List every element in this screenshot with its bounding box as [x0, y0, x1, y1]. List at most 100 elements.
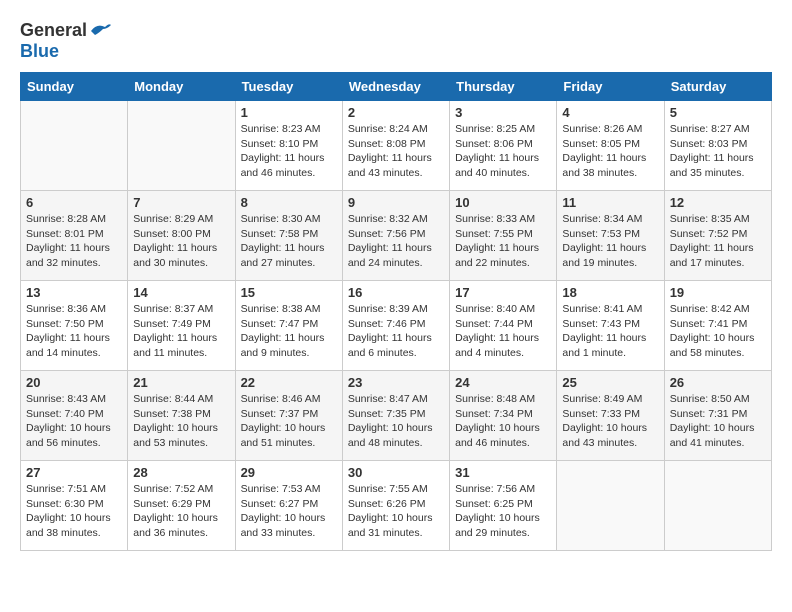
calendar-table: SundayMondayTuesdayWednesdayThursdayFrid… — [20, 72, 772, 551]
day-info: Sunrise: 8:33 AMSunset: 7:55 PMDaylight:… — [455, 212, 551, 271]
day-cell: 22Sunrise: 8:46 AMSunset: 7:37 PMDayligh… — [235, 371, 342, 461]
day-number: 30 — [348, 465, 444, 480]
day-info: Sunrise: 7:51 AMSunset: 6:30 PMDaylight:… — [26, 482, 122, 541]
weekday-header-sunday: Sunday — [21, 73, 128, 101]
day-cell: 9 Sunrise: 8:32 AMSunset: 7:56 PMDaylight… — [342, 191, 449, 281]
day-cell — [21, 101, 128, 191]
day-info: Sunrise: 8:23 AMSunset: 8:10 PMDaylight:… — [241, 122, 337, 181]
day-info: Sunrise: 8:32 AMSunset: 7:56 PMDaylight:… — [348, 212, 444, 271]
day-info: Sunrise: 8:43 AMSunset: 7:40 PMDaylight:… — [26, 392, 122, 451]
day-cell: 21 Sunrise: 8:44 AMSunset: 7:38 PMDayligh… — [128, 371, 235, 461]
weekday-header-saturday: Saturday — [664, 73, 771, 101]
day-number: 25 — [562, 375, 658, 390]
day-cell: 14Sunrise: 8:37 AMSunset: 7:49 PMDayligh… — [128, 281, 235, 371]
weekday-header-thursday: Thursday — [450, 73, 557, 101]
day-info: Sunrise: 8:35 AMSunset: 7:52 PMDaylight:… — [670, 212, 766, 271]
day-cell: 20Sunrise: 8:43 AMSunset: 7:40 PMDayligh… — [21, 371, 128, 461]
day-number: 15 — [241, 285, 337, 300]
day-cell: 11 Sunrise: 8:34 AMSunset: 7:53 PMDayligh… — [557, 191, 664, 281]
day-number: 27 — [26, 465, 122, 480]
day-cell: 1 Sunrise: 8:23 AMSunset: 8:10 PMDaylight… — [235, 101, 342, 191]
day-info: Sunrise: 8:29 AMSunset: 8:00 PMDaylight:… — [133, 212, 229, 271]
day-cell: 29 Sunrise: 7:53 AMSunset: 6:27 PMDayligh… — [235, 461, 342, 551]
day-number: 28 — [133, 465, 229, 480]
day-info: Sunrise: 7:56 AMSunset: 6:25 PMDaylight:… — [455, 482, 551, 541]
week-row-4: 20Sunrise: 8:43 AMSunset: 7:40 PMDayligh… — [21, 371, 772, 461]
day-number: 19 — [670, 285, 766, 300]
logo-bird-icon — [89, 21, 113, 41]
day-number: 21 — [133, 375, 229, 390]
day-number: 9 — [348, 195, 444, 210]
day-number: 13 — [26, 285, 122, 300]
day-cell: 10 Sunrise: 8:33 AMSunset: 7:55 PMDayligh… — [450, 191, 557, 281]
day-cell: 3 Sunrise: 8:25 AMSunset: 8:06 PMDaylight… — [450, 101, 557, 191]
day-info: Sunrise: 8:27 AMSunset: 8:03 PMDaylight:… — [670, 122, 766, 181]
day-info: Sunrise: 8:26 AMSunset: 8:05 PMDaylight:… — [562, 122, 658, 181]
day-cell: 12 Sunrise: 8:35 AMSunset: 7:52 PMDayligh… — [664, 191, 771, 281]
weekday-header-tuesday: Tuesday — [235, 73, 342, 101]
day-number: 3 — [455, 105, 551, 120]
day-info: Sunrise: 8:38 AMSunset: 7:47 PMDaylight:… — [241, 302, 337, 361]
day-number: 1 — [241, 105, 337, 120]
day-info: Sunrise: 8:48 AMSunset: 7:34 PMDaylight:… — [455, 392, 551, 451]
day-info: Sunrise: 8:41 AMSunset: 7:43 PMDaylight:… — [562, 302, 658, 361]
day-cell — [557, 461, 664, 551]
day-number: 4 — [562, 105, 658, 120]
day-cell: 4 Sunrise: 8:26 AMSunset: 8:05 PMDaylight… — [557, 101, 664, 191]
day-cell: 17 Sunrise: 8:40 AMSunset: 7:44 PMDayligh… — [450, 281, 557, 371]
day-info: Sunrise: 8:34 AMSunset: 7:53 PMDaylight:… — [562, 212, 658, 271]
weekday-header-row: SundayMondayTuesdayWednesdayThursdayFrid… — [21, 73, 772, 101]
day-cell: 28 Sunrise: 7:52 AMSunset: 6:29 PMDayligh… — [128, 461, 235, 551]
day-number: 10 — [455, 195, 551, 210]
logo-general-text: General — [20, 20, 87, 41]
day-info: Sunrise: 8:28 AMSunset: 8:01 PMDaylight:… — [26, 212, 122, 271]
day-number: 11 — [562, 195, 658, 210]
day-info: Sunrise: 8:40 AMSunset: 7:44 PMDaylight:… — [455, 302, 551, 361]
day-cell: 6 Sunrise: 8:28 AMSunset: 8:01 PMDaylight… — [21, 191, 128, 281]
day-info: Sunrise: 8:46 AMSunset: 7:37 PMDaylight:… — [241, 392, 337, 451]
day-cell: 16Sunrise: 8:39 AMSunset: 7:46 PMDayligh… — [342, 281, 449, 371]
day-number: 2 — [348, 105, 444, 120]
day-number: 29 — [241, 465, 337, 480]
day-number: 12 — [670, 195, 766, 210]
day-cell: 30 Sunrise: 7:55 AMSunset: 6:26 PMDayligh… — [342, 461, 449, 551]
day-info: Sunrise: 7:53 AMSunset: 6:27 PMDaylight:… — [241, 482, 337, 541]
day-cell: 15 Sunrise: 8:38 AMSunset: 7:47 PMDayligh… — [235, 281, 342, 371]
day-info: Sunrise: 8:36 AMSunset: 7:50 PMDaylight:… — [26, 302, 122, 361]
day-info: Sunrise: 8:30 AMSunset: 7:58 PMDaylight:… — [241, 212, 337, 271]
day-info: Sunrise: 8:49 AMSunset: 7:33 PMDaylight:… — [562, 392, 658, 451]
day-info: Sunrise: 8:39 AMSunset: 7:46 PMDaylight:… — [348, 302, 444, 361]
day-number: 17 — [455, 285, 551, 300]
day-info: Sunrise: 8:50 AMSunset: 7:31 PMDaylight:… — [670, 392, 766, 451]
day-number: 7 — [133, 195, 229, 210]
day-cell — [128, 101, 235, 191]
day-number: 31 — [455, 465, 551, 480]
day-info: Sunrise: 8:44 AMSunset: 7:38 PMDaylight:… — [133, 392, 229, 451]
logo-blue-text: Blue — [20, 41, 59, 62]
day-number: 6 — [26, 195, 122, 210]
day-info: Sunrise: 7:52 AMSunset: 6:29 PMDaylight:… — [133, 482, 229, 541]
day-number: 14 — [133, 285, 229, 300]
day-info: Sunrise: 8:47 AMSunset: 7:35 PMDaylight:… — [348, 392, 444, 451]
day-info: Sunrise: 8:25 AMSunset: 8:06 PMDaylight:… — [455, 122, 551, 181]
day-number: 24 — [455, 375, 551, 390]
page-header: General Blue — [20, 20, 772, 62]
day-cell: 18Sunrise: 8:41 AMSunset: 7:43 PMDayligh… — [557, 281, 664, 371]
week-row-5: 27 Sunrise: 7:51 AMSunset: 6:30 PMDayligh… — [21, 461, 772, 551]
day-info: Sunrise: 7:55 AMSunset: 6:26 PMDaylight:… — [348, 482, 444, 541]
weekday-header-wednesday: Wednesday — [342, 73, 449, 101]
day-cell: 7 Sunrise: 8:29 AMSunset: 8:00 PMDaylight… — [128, 191, 235, 281]
day-cell — [664, 461, 771, 551]
day-cell: 8Sunrise: 8:30 AMSunset: 7:58 PMDaylight… — [235, 191, 342, 281]
day-cell: 25 Sunrise: 8:49 AMSunset: 7:33 PMDayligh… — [557, 371, 664, 461]
day-cell: 23 Sunrise: 8:47 AMSunset: 7:35 PMDayligh… — [342, 371, 449, 461]
day-cell: 31 Sunrise: 7:56 AMSunset: 6:25 PMDayligh… — [450, 461, 557, 551]
day-cell: 2Sunrise: 8:24 AMSunset: 8:08 PMDaylight… — [342, 101, 449, 191]
week-row-1: 1 Sunrise: 8:23 AMSunset: 8:10 PMDaylight… — [21, 101, 772, 191]
day-number: 5 — [670, 105, 766, 120]
day-number: 23 — [348, 375, 444, 390]
day-number: 26 — [670, 375, 766, 390]
day-cell: 27 Sunrise: 7:51 AMSunset: 6:30 PMDayligh… — [21, 461, 128, 551]
weekday-header-monday: Monday — [128, 73, 235, 101]
day-cell: 13 Sunrise: 8:36 AMSunset: 7:50 PMDayligh… — [21, 281, 128, 371]
